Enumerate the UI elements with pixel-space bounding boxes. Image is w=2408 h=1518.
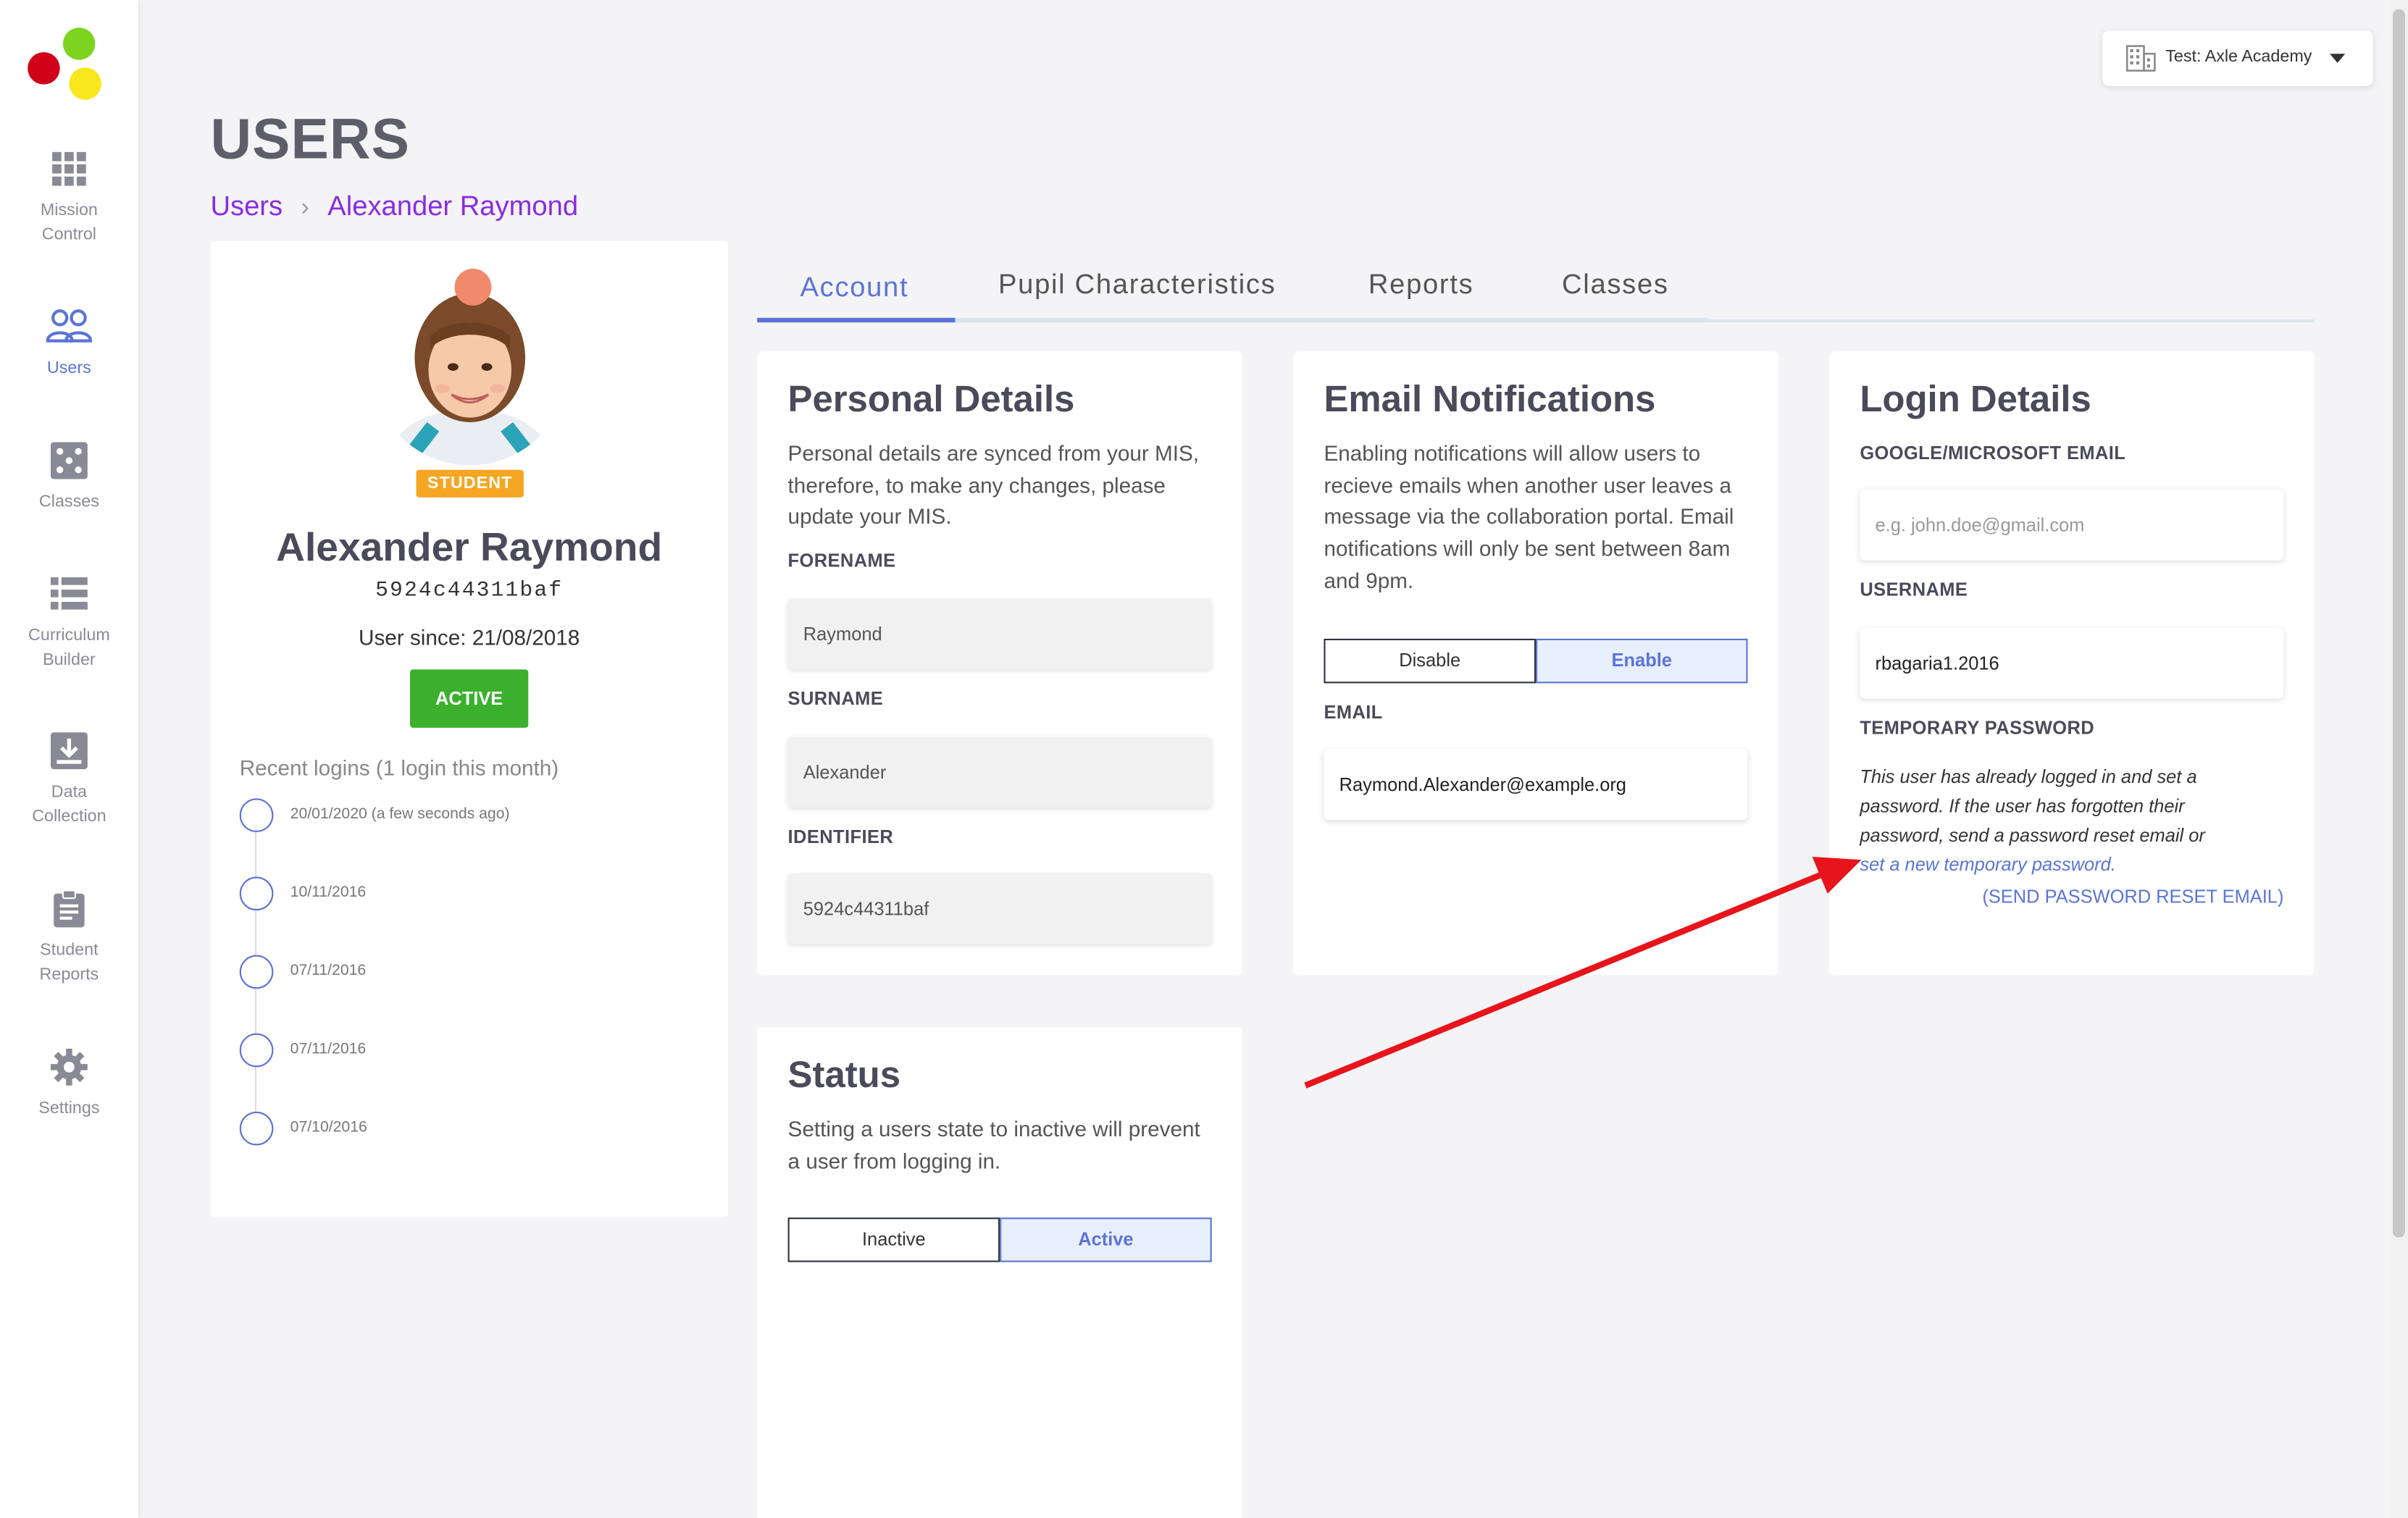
scrollbar[interactable] <box>2389 0 2408 1518</box>
annotation-arrow-icon <box>1304 856 1862 1089</box>
scrollbar-thumb[interactable] <box>2392 9 2405 1238</box>
